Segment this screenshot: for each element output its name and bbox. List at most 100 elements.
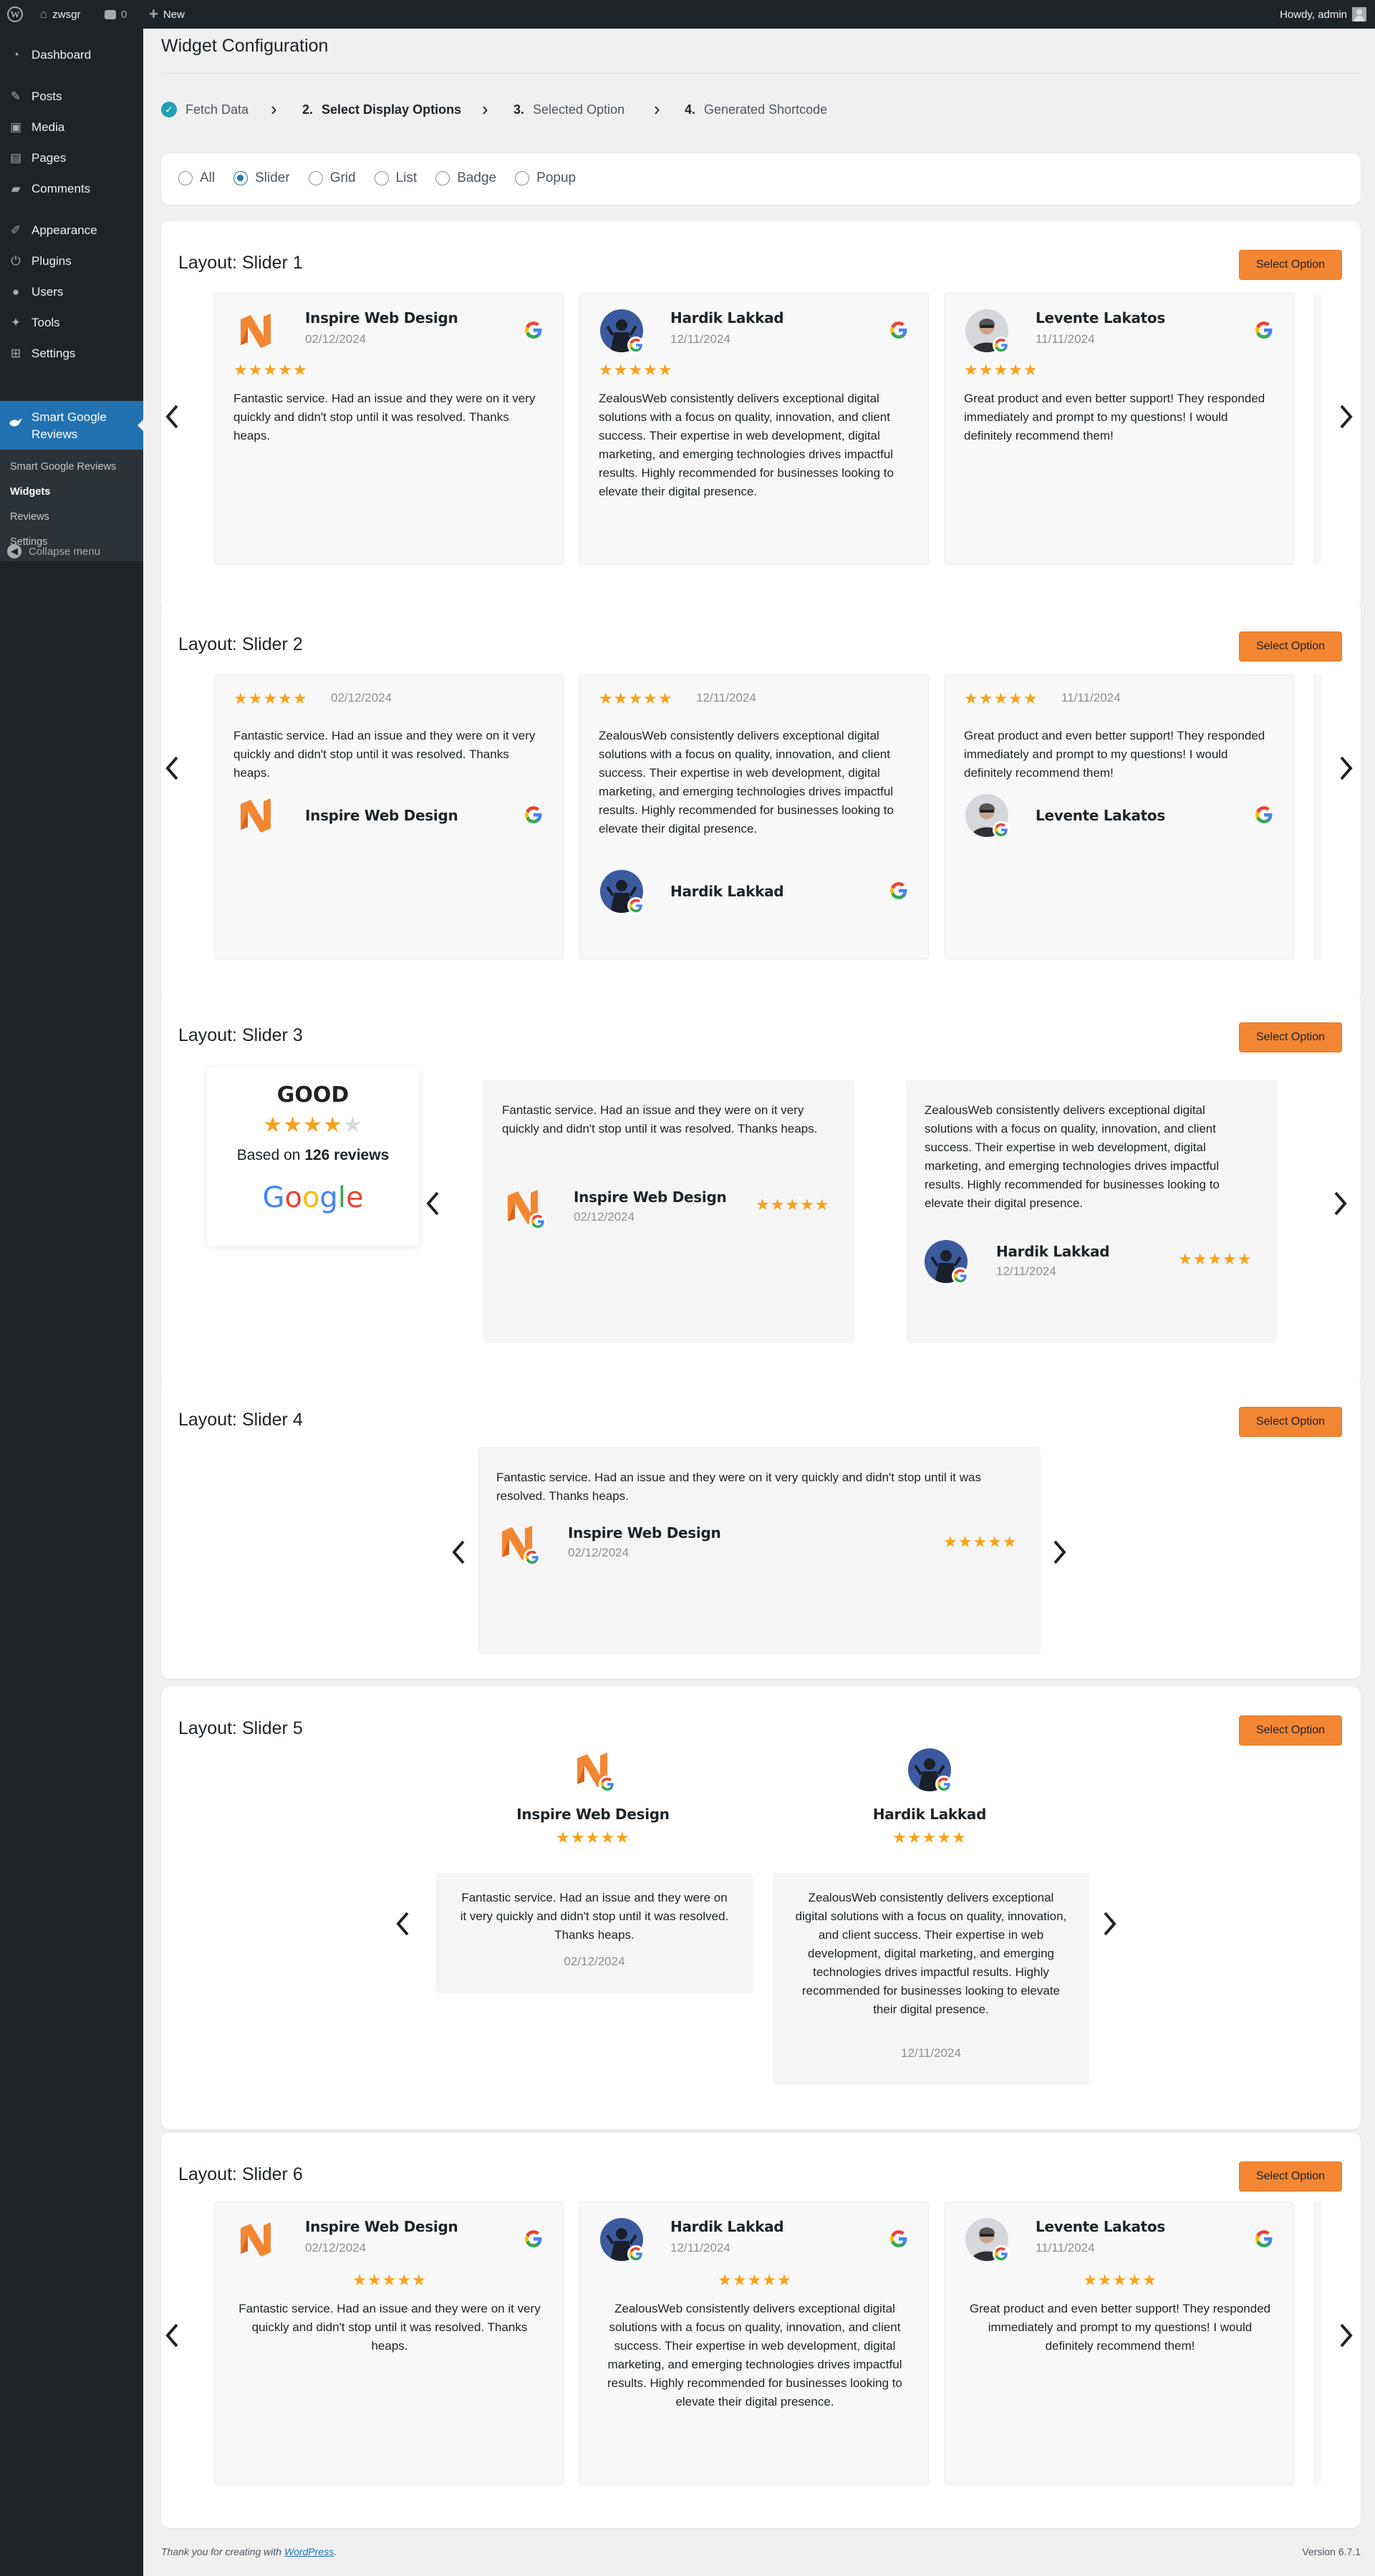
menu-item-settings[interactable]: ⊞ Settings [0,339,143,369]
chevron-left-icon [164,404,180,433]
menu-item-comments[interactable]: ▰ Comments [0,174,143,204]
reviewer-name: Inspire Web Design [574,1188,727,1206]
rating-stars: ★★★★★ [599,689,673,707]
select-option-button[interactable]: Select Option [1239,1715,1342,1745]
next-slide-button[interactable] [1336,2319,1357,2355]
filter-radio-popup[interactable]: Popup [515,170,576,186]
review-card: Hardik Lakkad 12/11/2024 ★★★★★ ZealousWeb c… [579,293,929,565]
next-slide-button[interactable] [1049,1536,1071,1572]
review-date: 02/12/2024 [305,332,367,346]
menu-item-tools[interactable]: ✦ Tools [0,308,143,338]
review-date: 12/11/2024 [901,2046,961,2060]
chevron-left-icon [425,1191,440,1220]
google-badge-icon [993,2245,1010,2262]
google-wordmark: Google [262,1181,364,1214]
wordpress-logo-icon[interactable]: W [7,0,23,29]
wordpress-link[interactable]: WordPress [284,2546,334,2557]
menu-item-smart-google-reviews[interactable]: Smart Google Reviews [0,401,143,450]
chevron-right-icon: › [654,98,660,120]
title-divider [161,73,1361,74]
account-menu[interactable]: Howdy, admin [1280,0,1366,29]
pin-icon: ✎ [10,89,21,103]
bird-icon [9,417,23,428]
prev-slide-button[interactable] [448,1536,469,1572]
menu-item-appearance[interactable]: ✐ Appearance [0,216,143,246]
prev-slide-button[interactable] [161,400,183,436]
filter-radio-list[interactable]: List [374,170,417,186]
chevron-left-icon [164,2323,180,2352]
comments-link[interactable]: 0 [105,0,127,29]
reviewer-logo [235,794,278,837]
google-badge-icon [524,1549,541,1566]
select-option-button[interactable]: Select Option [1239,1022,1342,1052]
next-slide-button[interactable] [1330,1187,1351,1223]
select-option-button[interactable]: Select Option [1239,631,1342,662]
review-text: ZealousWeb consistently delivers excepti… [795,1891,1067,2016]
prev-slide-button[interactable] [392,1907,413,1943]
step-selected-option[interactable]: 3. Selected Option [513,99,624,120]
select-option-button[interactable]: Select Option [1239,250,1342,280]
select-option-button[interactable]: Select Option [1239,1407,1342,1437]
google-icon [524,321,543,339]
layout-title: Layout: Slider 3 [178,1025,303,1045]
rating-stars: ★★★★★ [352,2271,427,2289]
rating-word: GOOD [276,1083,349,1108]
reviewer-name: Hardik Lakkad [670,2218,784,2235]
menu-item-users[interactable]: ● Users [0,277,143,307]
review-text: Fantastic service. Had an issue and they… [233,729,536,780]
google-icon [524,805,543,824]
radio-button[interactable] [515,171,530,185]
filter-radio-slider[interactable]: Slider [233,170,290,186]
submenu-smart-google-reviews[interactable]: Smart Google Reviews [10,461,116,473]
chevron-right-icon [1333,1191,1349,1220]
prev-slide-button[interactable] [161,752,183,788]
radio-button[interactable] [308,171,323,185]
prev-slide-button[interactable] [161,2319,183,2355]
rating-stars: ★★★★★ [943,1533,1018,1551]
radio-button[interactable] [233,171,249,185]
new-content-link[interactable]: + New [149,0,185,29]
select-option-button[interactable]: Select Option [1239,2161,1342,2192]
google-badge-icon [627,897,645,914]
rating-stars: ★★★★★ [892,1829,967,1846]
check-circle-icon: ✓ [161,102,177,117]
next-slide-button[interactable] [1099,1907,1121,1943]
menu-item-pages[interactable]: ▤ Pages [0,143,143,173]
review-date: 12/11/2024 [670,2241,730,2255]
next-slide-button[interactable] [1336,752,1357,788]
reviewer-name: Hardik Lakkad [996,1243,1110,1260]
chevron-right-icon [1338,2323,1354,2352]
site-name-link[interactable]: ⌂ zwsgr [40,0,80,29]
admin-footer: Thank you for creating with WordPress. V… [161,2546,1361,2557]
review-date: 02/12/2024 [568,1546,629,1559]
menu-item-plugins[interactable]: ⏻ Plugins [0,246,143,276]
google-icon [524,2229,543,2248]
google-badge-icon [993,336,1010,354]
reviewer-header: Inspire Web Design ★★★★★ [433,1748,753,1856]
filter-radio-all[interactable]: All [178,170,215,186]
review-text: ZealousWeb consistently delivers excepti… [599,392,894,498]
step-fetch-data[interactable]: ✓ Fetch Data [161,99,249,120]
layout-card-slider-1: Layout: Slider 1 Select Option Inspire Web… [161,221,1361,611]
filter-radio-badge[interactable]: Badge [435,170,496,186]
menu-item-media[interactable]: ▣ Media [0,112,143,142]
menu-item-posts[interactable]: ✎ Posts [0,82,143,112]
prev-slide-button[interactable] [422,1187,443,1223]
radio-button[interactable] [435,171,450,185]
media-icon: ▣ [9,120,22,134]
filter-radio-grid[interactable]: Grid [308,170,356,186]
radio-button[interactable] [178,171,193,185]
collapse-arrow-icon: ◀ [7,544,21,558]
radio-button[interactable] [374,171,389,185]
menu-item-dashboard[interactable]: ◔ Dashboard [0,40,143,70]
chevron-right-icon [1338,404,1354,433]
step-generated-shortcode[interactable]: 4. Generated Shortcode [685,99,827,120]
submenu-reviews[interactable]: Reviews [10,511,49,523]
submenu-widgets[interactable]: Widgets [10,486,50,498]
step-select-display-options[interactable]: 2. Select Display Options [302,99,461,120]
next-card-peek [1314,674,1321,959]
next-slide-button[interactable] [1336,400,1357,436]
review-date: 02/12/2024 [574,1210,635,1224]
collapse-menu-button[interactable]: ◀ Collapse menu [7,543,100,560]
review-text: Great product and even better support! T… [964,729,1265,780]
